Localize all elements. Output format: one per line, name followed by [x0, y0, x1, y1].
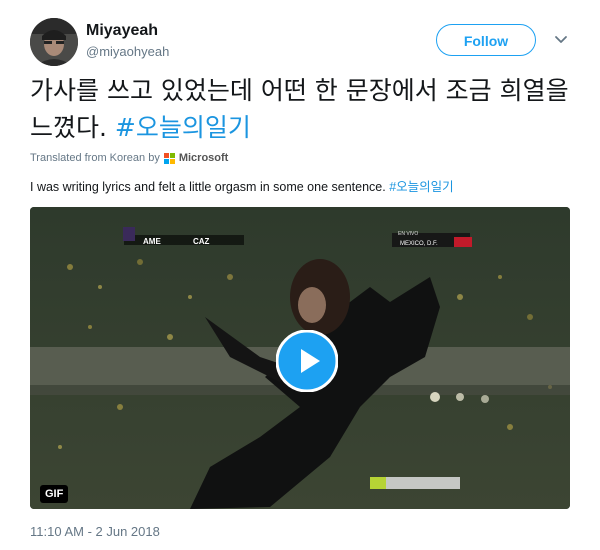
- translation-text: I was writing lyrics and felt a little o…: [30, 176, 454, 195]
- follow-button[interactable]: Follow: [436, 24, 536, 56]
- scoreboard-right-team: CAZ: [193, 237, 210, 246]
- avatar[interactable]: [30, 18, 78, 66]
- scoreboard-left-team: AME: [143, 237, 161, 246]
- tweet-body: 가사를 쓰고 있었는데 어떤 한 문장에서 조금 희열을 느꼈다.: [30, 76, 569, 142]
- tweet-timestamp[interactable]: 11:10 AM - 2 Jun 2018: [30, 524, 160, 539]
- tweet-hashtag-link[interactable]: #오늘의일기: [115, 113, 251, 142]
- broadcast-location: MEXICO, D.F.: [400, 241, 438, 247]
- translator-name[interactable]: Microsoft: [179, 152, 229, 164]
- gif-badge: GIF: [40, 485, 69, 503]
- translation-attribution: Translated from Korean by Microsoft: [30, 152, 228, 164]
- microsoft-logo-icon: [163, 152, 175, 164]
- broadcast-tag: EN VIVO: [398, 231, 418, 237]
- author-name[interactable]: Miyayeah: [86, 22, 158, 40]
- tweet-text: 가사를 쓰고 있었는데 어떤 한 문장에서 조금 희열을 느꼈다. #오늘의일기: [30, 72, 575, 146]
- avatar-image: [30, 18, 78, 66]
- play-icon[interactable]: [276, 330, 338, 392]
- translation-body: I was writing lyrics and felt a little o…: [30, 180, 390, 194]
- translation-hashtag-link[interactable]: #오늘의일기: [389, 180, 453, 194]
- translated-from-label: Translated from Korean by: [30, 152, 160, 164]
- author-handle[interactable]: @miyaohyeah: [86, 44, 169, 59]
- chevron-down-icon[interactable]: [554, 32, 568, 46]
